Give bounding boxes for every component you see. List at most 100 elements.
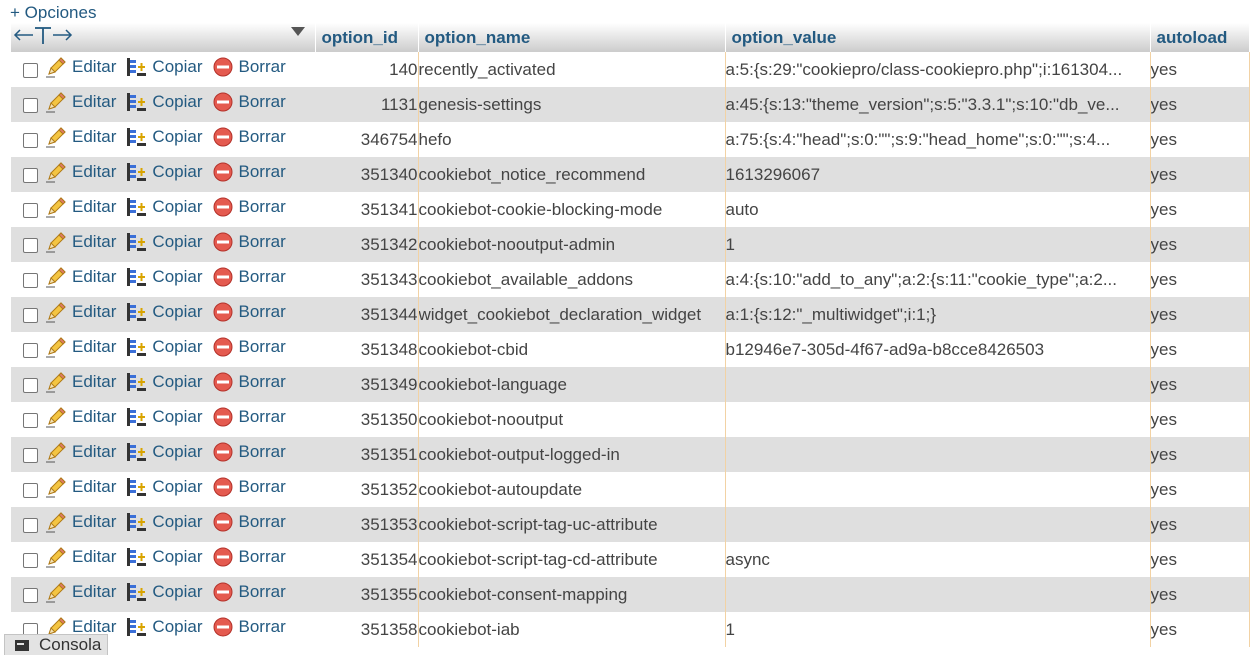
copy-button[interactable]: Copiar — [125, 371, 203, 393]
option-value-cell[interactable]: 1 — [725, 227, 1151, 262]
option-id-cell[interactable]: 1131 — [315, 87, 419, 122]
autoload-cell[interactable]: yes — [1150, 332, 1250, 367]
autoload-cell[interactable]: yes — [1150, 52, 1250, 87]
option-id-cell[interactable]: 351350 — [315, 402, 419, 437]
edit-button[interactable]: Editar — [45, 196, 116, 218]
option-name-cell[interactable]: cookiebot_notice_recommend — [418, 157, 726, 192]
delete-button[interactable]: Borrar — [212, 56, 286, 78]
copy-button[interactable]: Copiar — [125, 196, 203, 218]
option-name-cell[interactable]: cookiebot-nooutput-admin — [418, 227, 726, 262]
column-header-autoload[interactable]: autoload — [1150, 23, 1250, 52]
edit-button[interactable]: Editar — [45, 581, 116, 603]
copy-button[interactable]: Copiar — [125, 406, 203, 428]
option-value-cell[interactable]: auto — [725, 192, 1151, 227]
autoload-cell[interactable]: yes — [1150, 542, 1250, 577]
delete-button[interactable]: Borrar — [212, 196, 286, 218]
row-checkbox[interactable] — [22, 62, 38, 78]
row-checkbox[interactable] — [22, 167, 38, 183]
option-name-cell[interactable]: cookiebot-nooutput — [418, 402, 726, 437]
autoload-cell[interactable]: yes — [1150, 437, 1250, 472]
autoload-cell[interactable]: yes — [1150, 157, 1250, 192]
edit-button[interactable]: Editar — [45, 441, 116, 463]
edit-button[interactable]: Editar — [45, 126, 116, 148]
option-id-cell[interactable]: 351354 — [315, 542, 419, 577]
row-checkbox[interactable] — [22, 97, 38, 113]
delete-button[interactable]: Borrar — [212, 371, 286, 393]
console-tab[interactable]: Consola — [4, 634, 108, 655]
option-value-cell[interactable]: a:45:{s:13:"theme_version";s:5:"3.3.1";s… — [725, 87, 1151, 122]
edit-button[interactable]: Editar — [45, 371, 116, 393]
delete-button[interactable]: Borrar — [212, 161, 286, 183]
delete-button[interactable]: Borrar — [212, 91, 286, 113]
option-value-cell[interactable]: a:4:{s:10:"add_to_any";a:2:{s:11:"cookie… — [725, 262, 1151, 297]
delete-button[interactable]: Borrar — [212, 511, 286, 533]
copy-button[interactable]: Copiar — [125, 546, 203, 568]
edit-button[interactable]: Editar — [45, 301, 116, 323]
option-name-cell[interactable]: genesis-settings — [418, 87, 726, 122]
row-checkbox[interactable] — [22, 482, 38, 498]
option-name-cell[interactable]: widget_cookiebot_declaration_widget — [418, 297, 726, 332]
option-id-cell[interactable]: 351353 — [315, 507, 419, 542]
edit-button[interactable]: Editar — [45, 546, 116, 568]
delete-button[interactable]: Borrar — [212, 441, 286, 463]
option-id-cell[interactable]: 140 — [315, 52, 419, 87]
autoload-cell[interactable]: yes — [1150, 297, 1250, 332]
autoload-cell[interactable]: yes — [1150, 87, 1250, 122]
option-name-cell[interactable]: hefo — [418, 122, 726, 157]
option-id-cell[interactable]: 351352 — [315, 472, 419, 507]
autoload-cell[interactable]: yes — [1150, 367, 1250, 402]
edit-button[interactable]: Editar — [45, 91, 116, 113]
row-checkbox[interactable] — [22, 587, 38, 603]
copy-button[interactable]: Copiar — [125, 441, 203, 463]
option-name-cell[interactable]: cookiebot-language — [418, 367, 726, 402]
option-name-cell[interactable]: cookiebot-autoupdate — [418, 472, 726, 507]
copy-button[interactable]: Copiar — [125, 336, 203, 358]
options-link[interactable]: + Opciones — [10, 3, 96, 23]
autoload-cell[interactable]: yes — [1150, 577, 1250, 612]
delete-button[interactable]: Borrar — [212, 616, 286, 638]
delete-button[interactable]: Borrar — [212, 231, 286, 253]
delete-button[interactable]: Borrar — [212, 546, 286, 568]
option-value-cell[interactable]: b12946e7-305d-4f67-ad9a-b8cce8426503 — [725, 332, 1151, 367]
row-checkbox[interactable] — [22, 412, 38, 428]
option-name-cell[interactable]: cookiebot-script-tag-uc-attribute — [418, 507, 726, 542]
edit-button[interactable]: Editar — [45, 161, 116, 183]
option-id-cell[interactable]: 351344 — [315, 297, 419, 332]
option-id-cell[interactable]: 351355 — [315, 577, 419, 612]
copy-button[interactable]: Copiar — [125, 301, 203, 323]
option-value-cell[interactable]: a:75:{s:4:"head";s:0:"";s:9:"head_home";… — [725, 122, 1151, 157]
option-id-cell[interactable]: 351342 — [315, 227, 419, 262]
option-name-cell[interactable]: cookiebot_available_addons — [418, 262, 726, 297]
autoload-cell[interactable]: yes — [1150, 507, 1250, 542]
delete-button[interactable]: Borrar — [212, 126, 286, 148]
option-name-cell[interactable]: cookiebot-consent-mapping — [418, 577, 726, 612]
autoload-cell[interactable]: yes — [1150, 192, 1250, 227]
row-checkbox[interactable] — [22, 202, 38, 218]
copy-button[interactable]: Copiar — [125, 91, 203, 113]
autoload-cell[interactable]: yes — [1150, 122, 1250, 157]
column-header-option-value[interactable]: option_value — [725, 23, 1151, 52]
delete-button[interactable]: Borrar — [212, 301, 286, 323]
autoload-cell[interactable]: yes — [1150, 612, 1250, 647]
delete-button[interactable]: Borrar — [212, 406, 286, 428]
row-checkbox[interactable] — [22, 517, 38, 533]
copy-button[interactable]: Copiar — [125, 231, 203, 253]
option-id-cell[interactable]: 351348 — [315, 332, 419, 367]
option-id-cell[interactable]: 351340 — [315, 157, 419, 192]
option-id-cell[interactable]: 351341 — [315, 192, 419, 227]
option-id-cell[interactable]: 351343 — [315, 262, 419, 297]
column-header-option-id[interactable]: option_id — [315, 23, 419, 52]
option-value-cell[interactable] — [725, 402, 1151, 437]
column-header-option-name[interactable]: option_name — [418, 23, 726, 52]
copy-button[interactable]: Copiar — [125, 266, 203, 288]
copy-button[interactable]: Copiar — [125, 511, 203, 533]
autoload-cell[interactable]: yes — [1150, 402, 1250, 437]
option-name-cell[interactable]: recently_activated — [418, 52, 726, 87]
option-id-cell[interactable]: 351358 — [315, 612, 419, 647]
copy-button[interactable]: Copiar — [125, 126, 203, 148]
edit-button[interactable]: Editar — [45, 231, 116, 253]
row-checkbox[interactable] — [22, 552, 38, 568]
edit-button[interactable]: Editar — [45, 476, 116, 498]
row-checkbox[interactable] — [22, 447, 38, 463]
copy-button[interactable]: Copiar — [125, 161, 203, 183]
